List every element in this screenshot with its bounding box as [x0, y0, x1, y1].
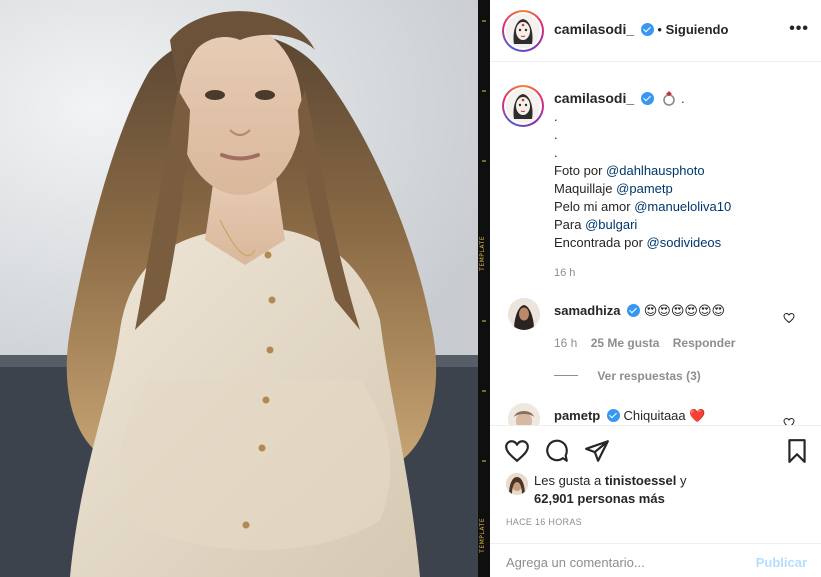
liker-avatar[interactable] [506, 473, 528, 495]
view-replies-label[interactable]: Ver respuestas (3) [597, 369, 700, 383]
caption-dot-line: . [554, 109, 558, 124]
header-username[interactable]: camilasodi_ [554, 21, 634, 37]
view-replies[interactable]: Ver respuestas (3) [554, 369, 701, 383]
caption-credit: Encontrada por @sodivideos [554, 235, 722, 250]
avatar-photo-icon [508, 403, 540, 425]
comment-like-heart-icon[interactable] [783, 312, 795, 324]
save-bookmark-icon[interactable] [784, 438, 810, 464]
mention-link[interactable]: @bulgari [585, 217, 637, 232]
likes-conj: y [680, 473, 687, 488]
film-strip-label-top: TEMPLATE [479, 236, 486, 271]
like-heart-icon[interactable] [504, 438, 530, 464]
replies-line [554, 375, 578, 376]
avatar[interactable] [502, 10, 544, 52]
comment-likes[interactable]: 25 Me gusta [591, 336, 660, 350]
comment-username[interactable]: samadhiza [554, 303, 620, 318]
caption-first-line: camilasodi_ . [554, 89, 809, 108]
caption-dot-line: . [554, 127, 558, 142]
caption-credit: Foto por @dahlhausphoto [554, 163, 705, 178]
caption-avatar[interactable] [502, 85, 544, 127]
more-options-icon[interactable]: ••• [789, 20, 809, 38]
verified-badge-icon [627, 304, 641, 317]
post-caption: camilasodi_ . . . . Foto por @dahlhausph… [554, 89, 809, 282]
comment-text: 😍😍😍😍😍😍 [643, 303, 726, 318]
header-separator: • [657, 22, 662, 37]
instagram-post-modal: TEMPLATE TEMPLATE camilasodi_ • Siguiend… [0, 0, 821, 577]
verified-badge-icon [640, 23, 654, 36]
avatar-photo-icon [508, 298, 540, 330]
ring-emoji-icon [663, 91, 676, 106]
following-button[interactable]: Siguiendo [666, 22, 729, 37]
caption-credit: Maquillaje @pametp [554, 181, 673, 196]
comment-like-heart-icon[interactable] [783, 417, 795, 425]
likes-prefix: Les gusta a [534, 473, 602, 488]
mention-link[interactable]: @pametp [616, 181, 673, 196]
comment-form: Agrega un comentario... Publicar [490, 543, 821, 577]
share-paper-plane-icon[interactable] [584, 438, 610, 464]
comment: pametp Chiquitaaa ❤️ [554, 408, 784, 424]
caption-credit: Para @bulgari [554, 217, 638, 232]
likes-user-link[interactable]: tinistoessel [605, 473, 677, 488]
verified-badge-icon [640, 92, 654, 105]
mention-link[interactable]: @dahlhausphoto [606, 163, 705, 178]
caption-username[interactable]: camilasodi_ [554, 90, 634, 106]
likes-count-link[interactable]: 62,901 personas más [534, 491, 665, 506]
comment-text: Chiquitaaa ❤️ [623, 408, 706, 423]
mention-link[interactable]: @manueloliva10 [634, 199, 731, 214]
avatar-illustration-icon [506, 89, 540, 123]
reply-button[interactable]: Responder [673, 336, 736, 350]
comment: samadhiza 😍😍😍😍😍😍 [554, 303, 784, 319]
post-details-panel: camilasodi_ • Siguiendo ••• camilasodi_ … [490, 0, 821, 577]
post-photo[interactable] [0, 0, 478, 577]
publish-button[interactable]: Publicar [756, 555, 807, 570]
comment-username[interactable]: pametp [554, 408, 600, 423]
header-user-row: camilasodi_ • Siguiendo [554, 21, 728, 37]
comment-meta: 16 h 25 Me gusta Responder [554, 336, 735, 350]
comment-avatar[interactable] [508, 403, 540, 425]
avatar-photo-icon [506, 473, 528, 495]
caption-time[interactable]: 16 h [554, 264, 809, 282]
comments-scroll-area[interactable]: camilasodi_ . . . . Foto por @dahlhausph… [490, 63, 821, 425]
avatar-illustration-icon [506, 14, 540, 48]
film-strip-label-bottom: TEMPLATE [479, 518, 486, 553]
verified-badge-icon [606, 409, 620, 422]
caption-credit: Pelo mi amor @manueloliva10 [554, 199, 732, 214]
post-time[interactable]: HACE 16 HORAS [506, 517, 582, 527]
mention-link[interactable]: @sodivideos [647, 235, 722, 250]
comment-bubble-icon[interactable] [544, 438, 570, 464]
post-actions: Les gusta a tinistoessel y 62,901 person… [490, 425, 821, 577]
post-header: camilasodi_ • Siguiendo ••• [490, 0, 821, 62]
likes-summary: Les gusta a tinistoessel y 62,901 person… [534, 472, 687, 508]
comment-input[interactable]: Agrega un comentario... [506, 555, 645, 570]
film-strip-edge: TEMPLATE TEMPLATE [478, 0, 490, 577]
caption-dot-line: . [554, 145, 558, 160]
comment-avatar[interactable] [508, 298, 540, 330]
caption-emoji-suffix: . [681, 91, 685, 106]
portrait-image [0, 0, 478, 577]
comment-time[interactable]: 16 h [554, 336, 577, 350]
